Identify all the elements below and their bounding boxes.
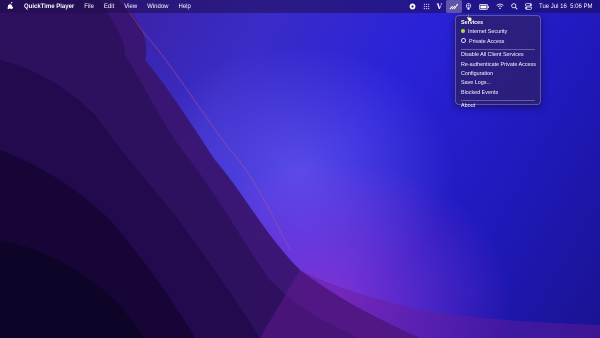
configuration-item[interactable]: Configuration bbox=[456, 70, 540, 79]
control-circle-icon[interactable] bbox=[405, 0, 419, 13]
control-center-icon[interactable] bbox=[522, 0, 536, 13]
service-label: Private Access bbox=[469, 38, 505, 45]
save-logs-item[interactable]: Save Logs... bbox=[456, 79, 540, 88]
blocked-events-item[interactable]: Blocked Events bbox=[456, 89, 540, 98]
battery-icon[interactable] bbox=[476, 0, 493, 13]
menu-file[interactable]: File bbox=[79, 4, 99, 10]
menu-separator bbox=[461, 48, 535, 50]
menu-separator bbox=[461, 99, 535, 101]
grid-dots-icon[interactable] bbox=[419, 0, 433, 13]
disable-all-client-services-item[interactable]: Disable All Client Services bbox=[456, 51, 540, 60]
status-off-icon bbox=[461, 38, 466, 44]
service-internet-security[interactable]: Internet Security bbox=[456, 28, 540, 37]
menu-help[interactable]: Help bbox=[174, 4, 196, 10]
tools-icon[interactable] bbox=[445, 0, 462, 13]
search-icon[interactable] bbox=[508, 0, 522, 13]
clock[interactable]: Tue Jul 16 5:06 PM bbox=[536, 0, 596, 13]
menu-edit[interactable]: Edit bbox=[99, 4, 119, 10]
menu-window[interactable]: Window bbox=[142, 4, 173, 10]
about-item[interactable]: About bbox=[456, 102, 540, 111]
menu-bar: QuickTime Player File Edit View Window H… bbox=[0, 0, 600, 13]
menu-view[interactable]: View bbox=[119, 4, 142, 10]
wifi-icon[interactable] bbox=[493, 0, 508, 13]
mouse-cursor-icon bbox=[466, 9, 472, 27]
reauthenticate-private-access-item[interactable]: Re-authenticate Private Access bbox=[456, 61, 540, 70]
status-dropdown-menu: Services Internet Security Private Acces… bbox=[455, 15, 541, 109]
v-app-icon[interactable]: V bbox=[433, 0, 445, 13]
apple-menu-icon[interactable] bbox=[0, 1, 19, 11]
status-area: V Tue Jul 16 5:06 PM bbox=[405, 0, 596, 13]
service-private-access[interactable]: Private Access bbox=[456, 38, 540, 47]
app-menu-quicktime[interactable]: QuickTime Player bbox=[19, 4, 79, 10]
status-on-icon bbox=[461, 29, 465, 34]
service-label: Internet Security bbox=[468, 29, 508, 36]
